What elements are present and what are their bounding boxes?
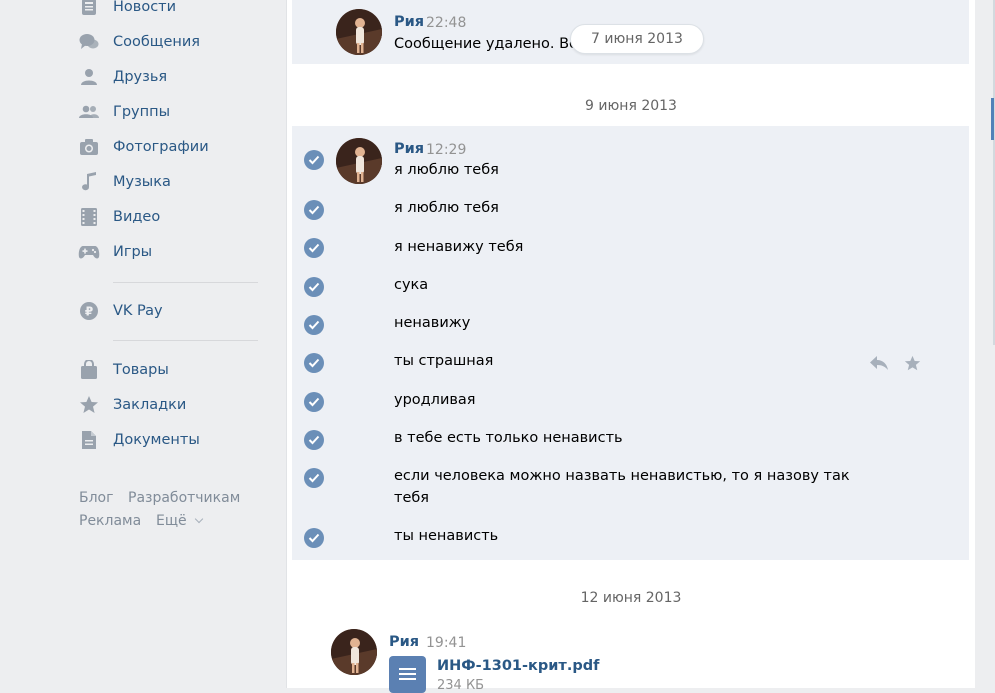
message-time: 12:29 (426, 142, 467, 158)
sidebar-item-news[interactable]: Новости (78, 0, 258, 21)
chat-panel: Рия 22:48 Сообщение удалено. Во 7 июня 2… (286, 0, 975, 693)
sidebar-item-label: Игры (113, 244, 153, 260)
sender-name[interactable]: Рия (389, 634, 419, 650)
video-film-icon (78, 206, 100, 228)
checkmark-icon[interactable] (304, 468, 324, 488)
checkmark-icon[interactable] (304, 315, 324, 335)
avatar[interactable] (331, 629, 377, 675)
sender-name[interactable]: Рия (394, 14, 424, 30)
checkmark-icon[interactable] (304, 200, 324, 220)
message-text: ты ненависть (394, 528, 499, 544)
footer-link-ads[interactable]: Реклама (79, 513, 141, 529)
sidebar-item-photos[interactable]: Фотографии (78, 133, 258, 161)
message-text: ненавижу (394, 315, 471, 331)
sidebar-item-label: Документы (113, 432, 200, 448)
sidebar-item-label: Закладки (113, 397, 187, 413)
sidebar-item-label: VK Pay (113, 303, 163, 319)
message-text: уродливая (394, 392, 476, 408)
avatar[interactable] (336, 138, 382, 184)
floating-date-badge: 7 июня 2013 (570, 24, 704, 54)
news-icon (78, 0, 100, 18)
sidebar-item-label: Музыка (113, 174, 171, 190)
camera-icon (78, 136, 100, 158)
message-text: я ненавижу тебя (394, 239, 524, 255)
sidebar-divider (113, 340, 258, 341)
groups-icon (78, 101, 100, 123)
sidebar-item-label: Сообщения (113, 34, 201, 50)
shopping-bag-icon (78, 359, 100, 381)
sidebar-item-groups[interactable]: Группы (78, 98, 258, 126)
sidebar-item-label: Новости (113, 0, 177, 15)
sidebar-item-market[interactable]: Товары (78, 356, 258, 384)
checkmark-icon[interactable] (304, 528, 324, 548)
left-sidebar: Новости Сообщения Друзья Группы Фотограф… (0, 0, 285, 688)
sidebar-item-label: Группы (113, 104, 171, 120)
footer-link-developers[interactable]: Разработчикам (128, 490, 240, 506)
sidebar-item-label: Друзья (113, 69, 168, 85)
friends-icon (78, 66, 100, 88)
sidebar-divider (113, 282, 258, 283)
message-block-deleted[interactable]: Рия 22:48 Сообщение удалено. Во 7 июня 2… (292, 0, 969, 64)
sidebar-item-label: Товары (113, 362, 169, 378)
document-file-icon[interactable] (389, 656, 426, 693)
star-icon[interactable] (904, 355, 921, 376)
message-text: сука (394, 277, 429, 293)
star-icon (78, 394, 100, 416)
ruble-coin-icon: ₽ (78, 300, 100, 322)
sidebar-item-documents[interactable]: Документы (78, 426, 258, 454)
music-note-icon (78, 171, 100, 193)
sidebar-item-games[interactable]: Игры (78, 238, 258, 266)
gamepad-icon (78, 241, 100, 263)
attachment-file-name[interactable]: ИНФ-1301-крит.pdf (437, 658, 599, 674)
sidebar-item-label: Фотографии (113, 139, 209, 155)
message-text: ты страшная (394, 353, 494, 369)
sidebar-item-bookmarks[interactable]: Закладки (78, 391, 258, 419)
checkmark-icon[interactable] (304, 238, 324, 258)
footer-link-blog[interactable]: Блог (79, 490, 113, 506)
message-text: я люблю тебя (394, 162, 499, 178)
reply-icon[interactable] (869, 355, 889, 375)
sidebar-item-messages[interactable]: Сообщения (78, 28, 258, 56)
message-text: в тебе есть только ненависть (394, 430, 623, 446)
document-icon (78, 429, 100, 451)
scroll-indicator[interactable] (991, 98, 994, 140)
date-separator: 12 июня 2013 (580, 590, 682, 606)
sender-name[interactable]: Рия (394, 141, 424, 157)
checkmark-icon[interactable] (304, 150, 324, 170)
checkmark-icon[interactable] (304, 277, 324, 297)
checkmark-icon[interactable] (304, 430, 324, 450)
sidebar-item-vkpay[interactable]: ₽ VK Pay (78, 297, 258, 325)
message-time: 19:41 (426, 635, 467, 651)
messages-icon (78, 31, 100, 53)
date-separator: 9 июня 2013 (585, 98, 677, 114)
sidebar-item-video[interactable]: Видео (78, 203, 258, 231)
sidebar-item-music[interactable]: Музыка (78, 168, 258, 196)
message-text: если человека можно назвать ненавистью, … (394, 468, 850, 506)
checkmark-icon[interactable] (304, 392, 324, 412)
message-time: 22:48 (426, 15, 467, 31)
attachment-file-size: 234 КБ (437, 678, 485, 693)
avatar[interactable] (336, 9, 382, 55)
sidebar-item-label: Видео (113, 209, 161, 225)
message-block-selected[interactable]: Рия 12:29 я люблю тебя я люблю тебя я не… (292, 126, 969, 560)
message-text: я люблю тебя (394, 200, 499, 216)
checkmark-icon[interactable] (304, 353, 324, 373)
footer-link-more[interactable]: Ещё (156, 513, 202, 529)
svg-text:₽: ₽ (85, 305, 93, 319)
sidebar-item-friends[interactable]: Друзья (78, 63, 258, 91)
